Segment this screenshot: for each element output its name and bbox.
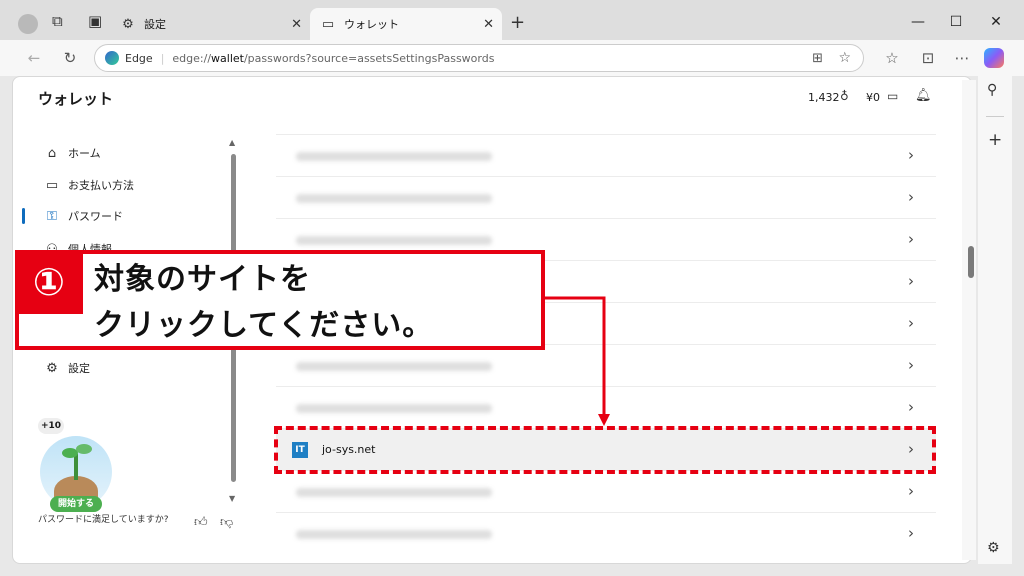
page-title: ウォレット [38,90,114,108]
screenshot-icon[interactable]: ⊡ [914,44,942,72]
balance-value: ¥0 [866,91,880,104]
url-path: /passwords?source=assetsSettingsPassword… [243,51,495,65]
home-icon: ⌂ [47,145,57,161]
favorite-star-icon[interactable]: ☆ [838,50,851,66]
target-highlight-box [274,426,936,474]
sidebar-item-label: パスワード [68,210,123,223]
cash-icon[interactable]: ▭ [887,89,898,103]
points-value: 1,432 [808,91,840,104]
sidebar-item-payment[interactable]: ▭ お支払い方法 [44,174,134,196]
minimize-button[interactable]: — [906,10,930,34]
copilot-icon[interactable] [984,48,1004,68]
chevron-right-icon: › [908,482,914,500]
address-bar[interactable]: Edge | edge://wallet/passwords?source=as… [94,44,864,72]
list-item[interactable]: › [276,177,936,219]
scroll-up-arrow[interactable]: ▲ [229,138,235,147]
profile-icon[interactable] [18,14,38,34]
list-item[interactable]: › [276,471,936,513]
connector-arrow [544,296,610,426]
plus-badge: +10 [38,418,64,434]
tab-label: 設定 [144,18,166,31]
edge-logo-icon [105,51,119,65]
rewards-icon[interactable]: ♁ [840,89,849,103]
wallet-icon: ▭ [321,16,335,32]
sidebar-item-label: 設定 [68,362,90,375]
sidebar-item-settings[interactable]: ⚙ 設定 [44,357,90,379]
chevron-right-icon: › [908,524,914,542]
chevron-right-icon: › [908,146,914,164]
page-scroll-track [962,80,976,560]
active-indicator [22,208,25,224]
thumbs-down-icon[interactable]: 👎︎ [220,515,233,530]
chevron-right-icon: › [908,272,914,290]
refresh-button[interactable]: ↻ [56,44,84,72]
sidebar-item-passwords[interactable]: ⚿ パスワード [44,205,123,227]
close-icon[interactable]: ✕ [291,17,302,32]
card-icon: ▭ [45,177,59,193]
start-button[interactable]: 開始する [50,496,102,512]
search-icon[interactable]: ⚲ [987,82,997,98]
notification-icon[interactable]: 🔔︎ [915,88,932,103]
chevron-right-icon: › [908,230,914,248]
instruction-line-2: クリックしてください。 [94,308,434,343]
chevron-right-icon: › [908,356,914,374]
list-item[interactable]: › [276,513,936,555]
key-icon: ⚿ [47,208,57,224]
feedback-text: パスワードに満足していますか? [38,515,169,525]
scroll-down-arrow[interactable]: ▼ [229,494,235,503]
list-top-edge [276,118,936,135]
sidebar-item-home[interactable]: ⌂ ホーム [44,142,101,164]
instruction-line-1: 対象のサイトを [94,262,311,297]
tab-settings[interactable]: ⚙ 設定 ✕ [110,8,310,40]
favorites-list-icon[interactable]: ☆ [878,44,906,72]
add-icon[interactable]: + [988,130,1002,150]
tab-wallet[interactable]: ▭ ウォレット ✕ [310,8,502,40]
tab-actions-icon[interactable]: ▣ [88,12,102,30]
chevron-right-icon: › [908,188,914,206]
list-item[interactable]: › [276,135,936,177]
close-window-button[interactable]: ✕ [984,10,1008,34]
step-number-badge: ① [15,250,83,314]
back-button[interactable]: ← [20,44,48,72]
gear-icon[interactable]: ⚙ [987,540,1000,556]
close-icon[interactable]: ✕ [483,17,494,32]
url-host: wallet [211,51,244,65]
divider: | [160,51,165,65]
sidebar-item-label: お支払い方法 [68,179,134,192]
gear-icon: ⚙ [46,360,58,376]
sidebar-item-label: ホーム [68,147,101,160]
workspaces-icon[interactable]: ⧉ [52,12,63,30]
divider [986,116,1004,117]
chevron-right-icon: › [908,314,914,332]
page-scrollbar[interactable] [968,246,974,278]
tab-label: ウォレット [344,18,399,31]
gear-icon: ⚙ [122,16,134,32]
more-menu-icon[interactable]: ⋯ [948,44,976,72]
maximize-button[interactable]: ☐ [944,10,968,34]
thumbs-up-icon[interactable]: 👍︎ [194,515,208,530]
url-prefix: edge:// [172,51,212,65]
edge-label: Edge [125,51,153,65]
new-tab-button[interactable]: + [510,12,525,33]
tab-strip: ⧉ ▣ ⚙ 設定 ✕ ▭ ウォレット ✕ + — ☐ ✕ [0,0,1024,40]
apps-icon[interactable]: ⊞ [812,51,823,66]
chevron-right-icon: › [908,398,914,416]
